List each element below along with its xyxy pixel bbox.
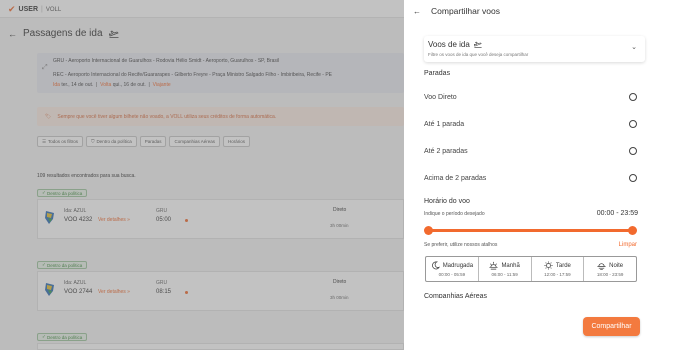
plane-departure-icon: [473, 41, 482, 48]
modal-backdrop[interactable]: [0, 0, 404, 350]
sunrise-icon: [489, 261, 498, 270]
airlines-title: Companhias Aéreas: [424, 293, 488, 298]
slider-end-handle[interactable]: [627, 226, 637, 235]
slider-start-handle[interactable]: [423, 226, 433, 235]
period-name: Manhã: [501, 262, 520, 269]
radio-button[interactable]: [629, 174, 637, 182]
stop-option-direct[interactable]: Voo Direto: [424, 91, 637, 103]
section-subtitle: Filtre os voos de ida que você deseja co…: [428, 52, 529, 57]
panel-title: Compartilhar voos: [431, 6, 500, 16]
section-title-text: Voos de ida: [428, 40, 470, 49]
outbound-section-toggle[interactable]: Voos de ida Filtre os voos de ida que vo…: [424, 36, 645, 62]
stops-title: Paradas: [424, 70, 451, 77]
time-hint: Indique o período desejado: [424, 211, 485, 217]
sunset-icon: [597, 263, 606, 270]
period-tarde[interactable]: Tarde 12:00 - 17:59: [532, 257, 585, 281]
period-manha[interactable]: Manhã 06:00 - 11:59: [479, 257, 532, 281]
period-range: 06:00 - 11:59: [491, 272, 518, 277]
stop-option-2[interactable]: Até 2 paradas: [424, 145, 637, 157]
period-name: Tarde: [555, 262, 571, 269]
panel-header: ← Compartilhar voos: [413, 6, 500, 16]
time-title: Horário do voo: [424, 198, 470, 205]
period-range: 00:00 - 05:59: [438, 272, 466, 277]
stop-option-label: Até 1 parada: [424, 120, 465, 128]
period-name: Madrugada: [442, 262, 474, 269]
sun-icon: [544, 261, 553, 270]
slider-fill: [428, 229, 632, 232]
stop-option-more[interactable]: Acima de 2 paradas: [424, 172, 637, 184]
stop-option-label: Voo Direto: [424, 93, 457, 101]
background-page: ✔ USER | VOLL ← Passagens de ida ⤢ GRU -…: [0, 0, 404, 350]
stop-option-label: Acima de 2 paradas: [424, 174, 487, 182]
shortcut-hint: Se preferir, utilize nossos atalhos: [424, 242, 498, 248]
period-shortcuts: Madrugada 00:00 - 05:59 Manhã 06:00 - 11…: [425, 256, 637, 282]
share-flights-panel: ← Compartilhar voos Voos de ida Filtre o…: [404, 0, 680, 350]
back-arrow-icon[interactable]: ←: [413, 7, 421, 16]
stop-option-1[interactable]: Até 1 parada: [424, 118, 637, 130]
period-name: Noite: [609, 262, 624, 269]
radio-button[interactable]: [629, 147, 637, 155]
moon-icon: [431, 261, 440, 270]
share-button[interactable]: Compartilhar: [583, 317, 640, 336]
chevron-down-icon: ⌄: [631, 44, 637, 51]
stop-option-label: Até 2 paradas: [424, 147, 468, 155]
section-title: Voos de ida: [428, 40, 482, 49]
period-range: 12:00 - 17:59: [544, 272, 571, 277]
radio-button[interactable]: [629, 120, 637, 128]
radio-button[interactable]: [629, 93, 637, 101]
clear-link[interactable]: Limpar: [619, 242, 637, 248]
period-madrugada[interactable]: Madrugada 00:00 - 05:59: [426, 257, 479, 281]
time-range-slider[interactable]: [423, 226, 637, 235]
period-range: 18:00 - 23:59: [596, 272, 624, 277]
time-range-value: 00:00 - 23:59: [596, 210, 638, 217]
period-noite[interactable]: Noite 18:00 - 23:59: [584, 257, 636, 281]
